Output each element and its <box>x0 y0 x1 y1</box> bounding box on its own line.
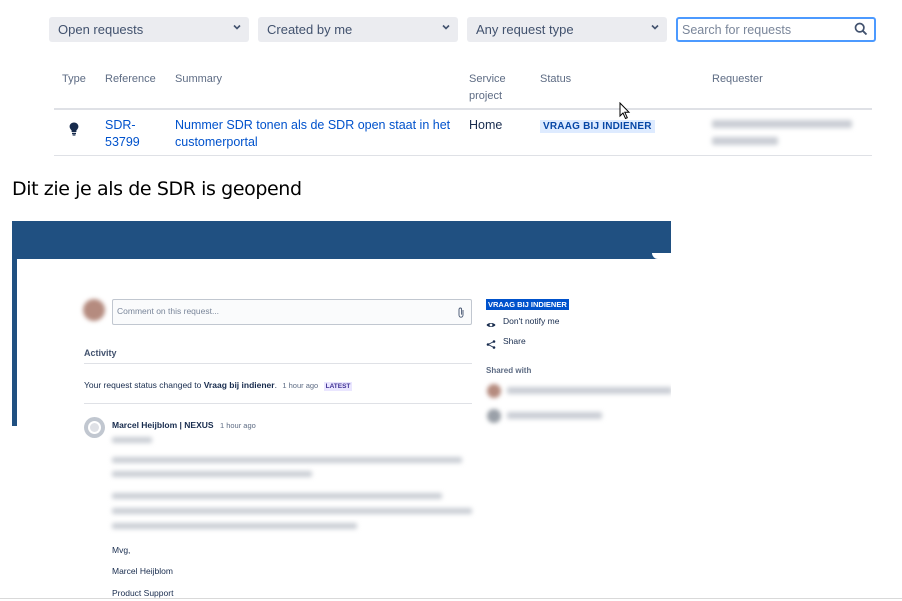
caption-text: Dit zie je als de SDR is geopend <box>12 178 302 200</box>
table-header-divider <box>54 108 872 110</box>
header-tab-notch <box>652 253 671 259</box>
search-input[interactable] <box>678 19 848 40</box>
share-link[interactable]: Share <box>503 335 526 347</box>
status-change-value: Vraag bij indiener <box>203 380 275 390</box>
column-header-requester[interactable]: Requester <box>712 71 763 88</box>
requester-redacted <box>712 137 778 145</box>
search-box <box>676 17 876 42</box>
activity-heading: Activity <box>84 348 117 358</box>
comment-redacted <box>112 523 357 529</box>
avatar <box>487 384 501 398</box>
comment-sign-2: Marcel Heijblom <box>112 566 173 576</box>
search-icon[interactable] <box>854 22 868 41</box>
comment-input[interactable]: Comment on this request... <box>112 299 472 325</box>
latest-badge: LATEST <box>323 382 353 391</box>
reference-line2: 53799 <box>105 135 140 149</box>
mouse-cursor-icon <box>619 101 631 125</box>
status-change-suffix: . <box>274 380 277 390</box>
requester-redacted <box>712 120 852 128</box>
dont-notify-link[interactable]: Don't notify me <box>503 315 559 327</box>
column-header-service-project-line2: project <box>469 90 503 102</box>
chevron-down-icon <box>441 21 451 36</box>
creator-filter-value: Created by me <box>267 22 353 37</box>
status-lozenge: VRAAG BIJ INDIENER <box>540 116 655 134</box>
comment-header: Marcel Heijblom | NEXUS 1 hour ago <box>112 419 256 432</box>
column-header-status[interactable]: Status <box>540 71 571 88</box>
comment-author: Marcel Heijblom | NEXUS <box>112 420 214 430</box>
column-header-reference[interactable]: Reference <box>105 71 156 88</box>
service-project-cell: Home <box>469 118 503 132</box>
status-change-event: Your request status changed to Vraag bij… <box>84 379 353 393</box>
comment-sign-1: Mvg, <box>112 545 131 555</box>
shared-user-redacted <box>507 387 671 394</box>
avatar <box>487 409 501 423</box>
request-summary-link[interactable]: Nummer SDR tonen als de SDR open staat i… <box>175 117 450 151</box>
eye-icon <box>486 316 496 334</box>
reference-line1: SDR- <box>105 118 136 132</box>
request-type-filter-value: Any request type <box>476 22 574 37</box>
lightbulb-icon <box>69 122 79 141</box>
summary-line1: Nummer SDR tonen als de SDR open staat i… <box>175 118 451 132</box>
status-filter-select[interactable]: Open requests <box>49 17 249 42</box>
status-lozenge-label: VRAAG BIJ INDIENER <box>540 120 655 133</box>
status-change-prefix: Your request status changed to <box>84 380 202 390</box>
comment-placeholder: Comment on this request... <box>117 306 220 316</box>
shared-with-heading: Shared with <box>486 366 532 375</box>
table-row-divider <box>54 155 872 156</box>
activity-divider <box>84 403 472 404</box>
chevron-down-icon <box>232 21 242 36</box>
share-icon <box>486 336 496 354</box>
request-reference-link[interactable]: SDR- 53799 <box>105 117 140 151</box>
comment-redacted <box>112 457 462 463</box>
page-bottom-border <box>0 598 902 599</box>
request-type-filter-select[interactable]: Any request type <box>467 17 667 42</box>
header-band <box>12 221 671 259</box>
comment-redacted <box>112 508 472 514</box>
column-header-type[interactable]: Type <box>62 71 86 88</box>
column-header-service-project-line1: Service <box>469 73 506 85</box>
column-header-service-project[interactable]: Service project <box>469 71 506 105</box>
shared-user-redacted <box>507 412 602 419</box>
request-detail-card: Comment on this request... VRAAG BIJ IND… <box>17 253 671 601</box>
column-header-summary[interactable]: Summary <box>175 71 222 88</box>
comment-time: 1 hour ago <box>219 421 256 430</box>
activity-divider <box>84 363 472 364</box>
avatar <box>84 417 105 438</box>
status-change-time: 1 hour ago <box>282 381 319 390</box>
status-filter-value: Open requests <box>58 22 144 37</box>
creator-filter-select[interactable]: Created by me <box>258 17 458 42</box>
summary-line2: customerportal <box>175 135 258 149</box>
comment-redacted <box>112 493 442 499</box>
comment-redacted <box>112 471 312 477</box>
paperclip-icon[interactable] <box>457 305 465 323</box>
avatar <box>83 299 105 321</box>
detail-status-lozenge: VRAAG BIJ INDIENER <box>486 299 569 310</box>
comment-redacted <box>112 437 152 443</box>
chevron-down-icon <box>650 21 660 36</box>
request-detail-screenshot: Comment on this request... VRAAG BIJ IND… <box>12 221 671 601</box>
